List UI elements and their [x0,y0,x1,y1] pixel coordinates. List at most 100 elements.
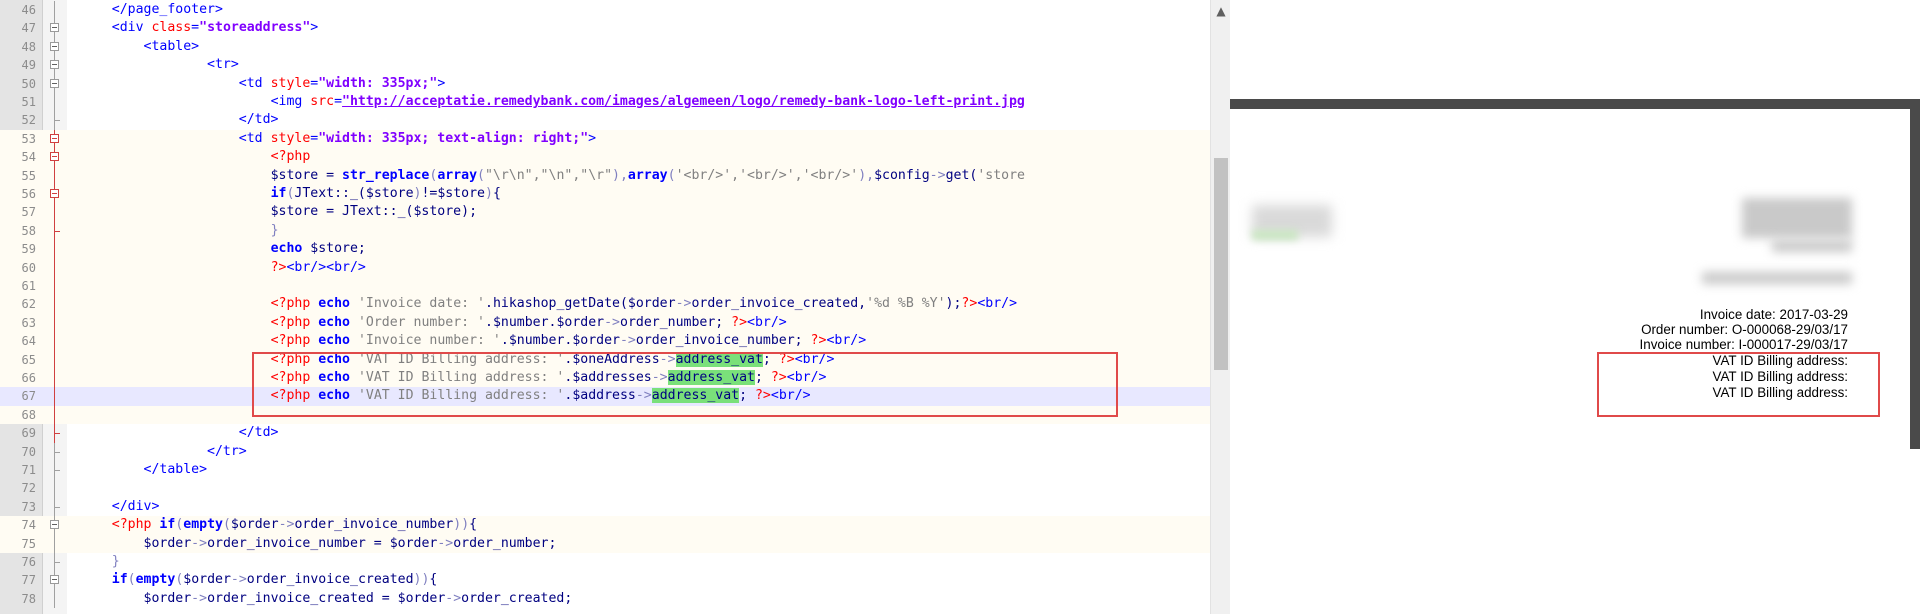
code-text[interactable]: <div class="storeaddress"> [80,19,318,37]
code-line[interactable]: 57 $store = JText::_($store); [0,203,1210,222]
code-text[interactable]: <?php echo 'Order number: '.$number.$ord… [80,314,787,332]
fold-toggle-icon[interactable] [50,23,59,33]
vertical-scrollbar[interactable]: ▲ [1210,0,1230,614]
code-line[interactable]: 77 if(empty($order->order_invoice_create… [0,571,1210,590]
code-text[interactable]: ?><br/><br/> [80,259,366,277]
fold-guide [54,332,55,351]
code-text[interactable]: <td style="width: 335px;"> [80,75,445,93]
code-line[interactable]: 56 if(JText::_($store)!=$store){ [0,185,1210,204]
code-token: ( [127,572,136,588]
code-text[interactable]: $store = JText::_($store); [80,203,477,221]
code-line[interactable]: 51 <img src="http://acceptatie.remedyban… [0,93,1210,112]
fold-guide [54,295,55,314]
code-text[interactable]: if(JText::_($store)!=$store){ [80,185,501,203]
fold-toggle-icon[interactable] [50,41,59,51]
code-line[interactable]: 55 $store = str_replace(array("\r\n","\n… [0,166,1210,185]
scrollbar-thumb[interactable] [1214,158,1228,370]
code-line[interactable]: 46 </page_footer> [0,1,1210,20]
fold-toggle-icon[interactable] [50,575,59,585]
line-number: 68 [21,407,36,422]
code-token: </td> [238,425,279,441]
code-text[interactable]: <img src="http://acceptatie.remedybank.c… [80,93,1025,111]
code-line[interactable]: 71 </table> [0,461,1210,480]
code-text[interactable]: } [80,222,279,240]
code-text[interactable]: if(empty($order->order_invoice_created))… [80,571,438,589]
code-line[interactable]: 52 </td> [0,111,1210,130]
code-token: -> [278,517,295,533]
code-line[interactable]: 74 <?php if(empty($order->order_invoice_… [0,516,1210,535]
code-line[interactable]: 53 <td style="width: 335px; text-align: … [0,129,1210,149]
code-token: echo [318,314,350,330]
code-token: $store [437,186,485,201]
blurred-store-address [1742,198,1852,238]
fold-toggle-icon[interactable] [50,152,59,162]
code-token: $store [413,204,462,220]
code-line[interactable]: 47 <div class="storeaddress"> [0,19,1210,38]
code-text[interactable]: $store = str_replace(array("\r\n","\n","… [80,167,1025,185]
code-line[interactable]: 78 $order->order_invoice_created = $orde… [0,589,1210,609]
code-token: <div [111,20,152,36]
code-token: ); [945,296,962,312]
line-number: 65 [21,352,36,367]
scroll-up-arrow-icon[interactable]: ▲ [1211,0,1230,20]
code-text[interactable]: <?php if(empty($order->order_invoice_num… [80,516,477,534]
code-line[interactable]: 76 } [0,553,1210,572]
code-text[interactable]: </table> [80,461,208,479]
code-line[interactable]: 58 } [0,221,1210,241]
code-text[interactable]: $order->order_invoice_number = $order->o… [80,535,557,553]
fold-guide [54,369,55,388]
code-text[interactable]: <?php echo 'Invoice date: '.hikashop_get… [80,295,1017,313]
code-text[interactable]: <tr> [80,56,239,74]
code-token: . [484,296,493,312]
fold-toggle-icon[interactable] [50,520,59,530]
code-line[interactable]: 75 $order->order_invoice_number = $order… [0,534,1210,553]
code-token: <td [238,130,271,146]
code-text[interactable]: </td> [80,111,279,129]
code-text[interactable]: $order->order_invoice_created = $order->… [80,590,573,608]
code-line[interactable]: 69 </td> [0,424,1210,443]
code-text[interactable]: </page_footer> [80,1,223,19]
code-token: 'Order number: ' [357,314,485,330]
fold-toggle-icon[interactable] [50,78,59,88]
code-token: "http://acceptatie.remedybank.com/images… [342,94,1025,109]
fold-guide [54,93,55,112]
code-token: $order [572,333,620,349]
code-text[interactable]: echo $store; [80,240,366,258]
code-token: ( [477,167,485,183]
code-token: $order [143,535,192,551]
code-text[interactable]: </div> [80,498,160,516]
code-editor[interactable]: 46 </page_footer> 47 <div class="storeadd… [0,0,1230,614]
code-text[interactable]: </tr> [80,443,247,461]
code-text[interactable]: <td style="width: 335px; text-align: rig… [80,130,596,148]
code-token: $order [230,517,279,533]
line-number: 46 [21,3,36,17]
code-line[interactable]: 60 ?><br/><br/> [0,258,1210,277]
code-line[interactable]: 64 <?php echo 'Invoice number: '.$number… [0,332,1210,351]
code-line[interactable]: 49 <tr> [0,56,1210,75]
code-text[interactable]: </td> [80,424,279,442]
code-text[interactable]: <?php [80,148,311,166]
code-line[interactable]: 62 <?php echo 'Invoice date: '.hikashop_… [0,295,1210,314]
code-line[interactable]: 72 [0,479,1210,498]
fold-guide [54,534,55,553]
code-text[interactable]: <table> [80,38,200,56]
code-line[interactable]: 48 <table> [0,37,1210,57]
code-line[interactable]: 61 [0,277,1210,296]
code-area[interactable]: 46 </page_footer> 47 <div class="storeadd… [0,0,1210,614]
code-line[interactable]: 63 <?php echo 'Order number: '.$number.$… [0,313,1210,333]
code-line[interactable]: 59 echo $store; [0,240,1210,259]
code-text[interactable]: <?php echo 'Invoice number: '.$number.$o… [80,332,867,350]
code-line[interactable]: 50 <td style="width: 335px;"> [0,74,1210,93]
blurred-logo-accent [1252,230,1298,240]
code-line[interactable]: 54 <?php [0,148,1210,167]
code-text[interactable]: } [80,553,120,571]
code-line[interactable]: 70 </tr> [0,442,1210,461]
code-line[interactable]: 73 </div> [0,497,1210,517]
fold-toggle-icon[interactable] [50,189,59,198]
fold-toggle-icon[interactable] [50,133,59,143]
fold-toggle-icon[interactable] [50,60,59,70]
